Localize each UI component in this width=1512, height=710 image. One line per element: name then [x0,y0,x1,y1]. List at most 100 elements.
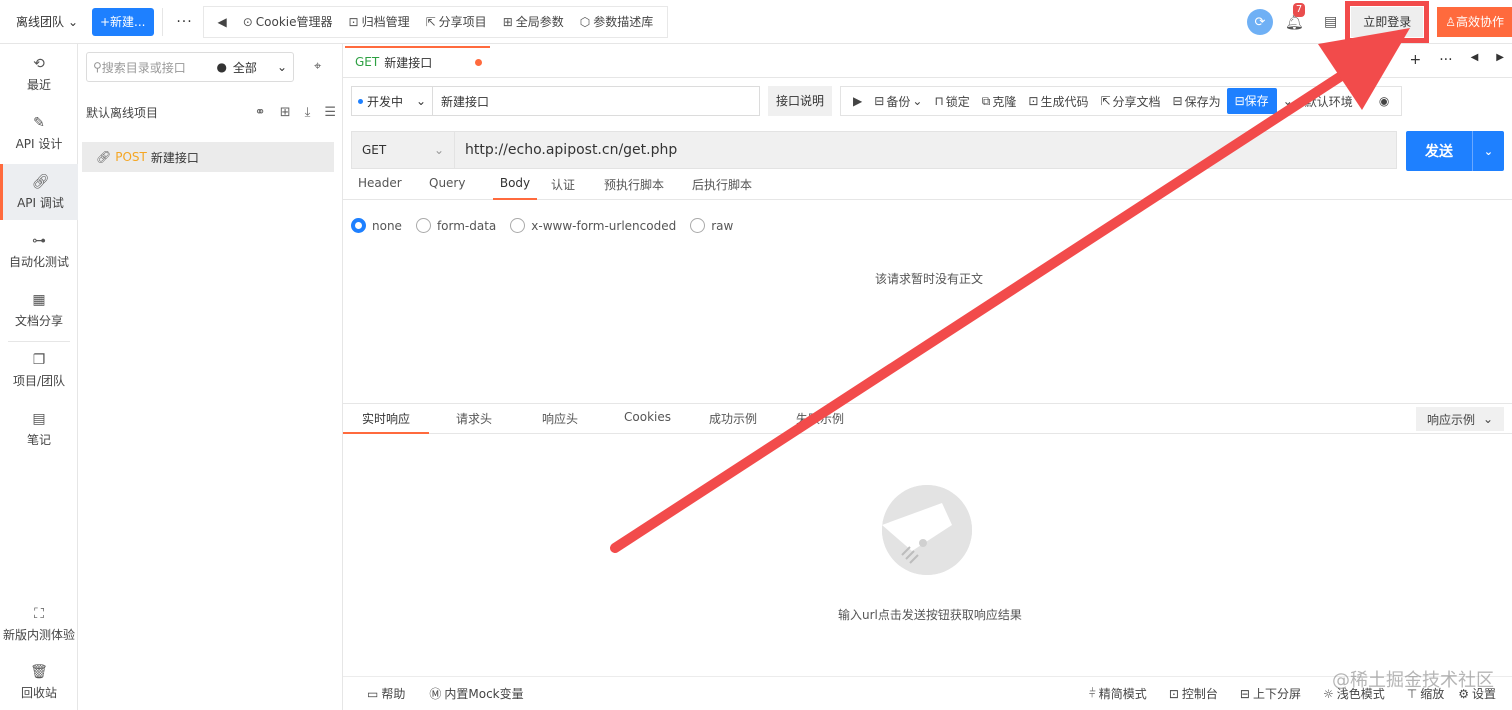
generate-code-button[interactable]: ⊡ 生成代码 [1022,93,1094,110]
save-button[interactable]: ⊟保存 [1226,88,1277,114]
cookie-manager-button[interactable]: ⊙ Cookie管理器 [235,13,341,30]
mock-vars-button[interactable]: Ⓜ 内置Mock变量 [429,685,523,702]
response-example-select[interactable]: 响应示例 ⌄ [1416,407,1504,431]
tab-pre-script[interactable]: 预执行脚本 [604,176,664,200]
help-button[interactable]: ▭ 帮助 [367,685,405,702]
share-doc-button[interactable]: ⇱ 分享文档 [1094,93,1166,110]
tab-cookies[interactable]: Cookies [624,410,671,434]
compact-icon: ⫩ [1088,686,1096,700]
eye-icon[interactable]: ◉ [1373,94,1395,108]
tab-body[interactable]: Body [493,176,537,200]
add-api-icon[interactable]: ⚭ [255,105,266,120]
radio-none[interactable]: none [351,218,402,233]
param-library-button[interactable]: ⬡ 参数描述库 [572,13,662,30]
environment-select[interactable]: 默认环境 ⌄ [1299,93,1373,110]
tool-label: Cookie管理器 [255,15,333,29]
user-icon: ♙ [1445,15,1456,29]
next-tab-icon[interactable]: ▶ [1496,52,1504,68]
main-panel: GET 新建接口 + ··· ◀ ▶ 开发中 ⌄ 接口说明 ▶ ⊟备份⌄ ⊓锁定… [343,44,1512,710]
collapse-button[interactable]: ◀ [210,15,235,29]
filter-select[interactable]: ● 全部 ⌄ [216,59,287,76]
save-dropdown[interactable]: ⌄ [1277,94,1299,108]
add-tab-icon[interactable]: + [1410,52,1422,68]
method-select[interactable]: GET ⌄ [351,131,455,169]
tab-request-headers[interactable]: 请求头 [456,410,492,434]
tab-name: 新建接口 [384,55,433,70]
tree-item[interactable]: 🔗︎ POST 新建接口 [82,142,334,172]
status-label: 控制台 [1181,687,1218,701]
tab-auth[interactable]: 认证 [551,176,575,200]
archive-button[interactable]: ⊡ 归档管理 [341,13,418,30]
save-as-button[interactable]: ⊟ 保存为 [1167,93,1227,110]
nav-item-trash[interactable]: 🗑︎ 回收站 [0,654,78,710]
console-button[interactable]: ⊡ 控制台 [1169,685,1218,702]
tab-header[interactable]: Header [358,176,402,200]
scan-icon: ⛶ [34,605,44,622]
api-tree-panel: ⚲ 搜索目录或接口 ● 全部 ⌄ ⌖ 默认离线项目 ⚭ ⊞ ⤓ ☰ 🔗︎ POS… [78,44,343,710]
tab-success-example[interactable]: 成功示例 [709,410,757,434]
new-folder-icon[interactable]: ⊞ [280,105,291,120]
status-label: 上下分屏 [1252,687,1301,701]
request-name-input[interactable] [433,86,760,116]
radio-raw[interactable]: raw [690,218,733,233]
more-icon[interactable]: ··· [1439,52,1452,68]
tab-fail-example[interactable]: 失败示例 [796,410,844,434]
lock-button[interactable]: ⊓ 锁定 [928,93,975,110]
split-button[interactable]: ⊟ 上下分屏 [1240,685,1301,702]
nav-item-doc-share[interactable]: ▦ 文档分享 [0,282,78,338]
run-icon[interactable]: ▶ [847,94,868,108]
nav-item-notes[interactable]: ▤ 笔记 [0,401,78,457]
nav-item-automation[interactable]: ⊶ 自动化测试 [0,223,78,279]
env-label: 默认环境 [1304,94,1353,109]
nav-item-api-design[interactable]: ✎ API 设计 [0,105,78,161]
collaborate-button[interactable]: ♙高效协作 [1437,7,1512,37]
tab-post-script[interactable]: 后执行脚本 [692,176,752,200]
url-input[interactable]: http://echo.apipost.cn/get.php [455,131,1397,169]
request-tab[interactable]: GET 新建接口 [345,46,490,76]
tab-response-headers[interactable]: 响应头 [542,410,578,434]
share-project-button[interactable]: ⇱ 分享项目 [418,13,495,30]
prev-tab-icon[interactable]: ◀ [1471,52,1479,68]
project-row[interactable]: 默认离线项目 ⚭ ⊞ ⤓ ☰ [86,104,336,121]
tab-realtime[interactable]: 实时响应 [343,410,429,434]
chevron-down-icon: ⌄ [433,143,444,157]
send-button[interactable]: 发送 ⌄ [1406,131,1504,171]
filter-dot-icon: ● [216,60,227,74]
api-doc-button[interactable]: 接口说明 [768,86,833,116]
sync-icon[interactable]: ⟳ [1246,9,1273,35]
import-icon[interactable]: ⤓ [305,105,311,120]
notification-button[interactable]: 🔔︎ 7 [1285,3,1306,31]
sort-icon[interactable]: ☰ [324,105,336,120]
nav-item-api-debug[interactable]: 🔗︎ API 调试 [0,164,78,220]
tab-query[interactable]: Query [429,176,465,200]
tool-label: 归档管理 [361,15,410,29]
search-input[interactable]: 搜索目录或接口 [102,59,186,76]
backup-button[interactable]: ⊟ 备份 ⌄ [868,93,928,110]
global-params-button[interactable]: ⊞ 全局参数 [495,13,572,30]
tree-search[interactable]: ⚲ 搜索目录或接口 ● 全部 ⌄ [86,52,294,82]
compact-mode-button[interactable]: ⫩ 精简模式 [1089,685,1147,702]
locate-icon[interactable]: ⌖ [314,59,321,74]
nav-item-project[interactable]: ❐ 项目/团队 [0,342,78,398]
nav-label: 自动化测试 [8,254,69,269]
new-button[interactable]: +新建... [92,7,154,36]
chevron-down-icon: ⌄ [912,94,923,108]
radio-form-data[interactable]: form-data [415,218,496,233]
share-doc-icon: ⇱ [1100,94,1111,108]
nav-item-recent[interactable]: ⟲ 最近 [0,46,78,102]
status-select[interactable]: 开发中 ⌄ [351,86,433,116]
radio-urlencoded[interactable]: x-www-form-urlencoded [510,218,676,233]
login-button[interactable]: 立即登录 [1345,1,1430,43]
chevron-down-icon[interactable]: ⌄ [1473,145,1504,158]
clone-button[interactable]: ⧉ 克隆 [976,93,1023,110]
action-label: 备份 [886,94,911,109]
status-label: 帮助 [381,687,406,701]
more-icon[interactable]: ··· [171,14,199,30]
radio-checked-icon [351,218,366,233]
note-icon[interactable]: ▤ [1324,14,1337,30]
nav-label: 新版内测体验 [2,627,75,642]
nav-item-beta[interactable]: ⛶ 新版内测体验 [0,596,78,652]
method-badge: POST [115,150,147,164]
team-switcher[interactable]: 离线团队 ⌄ [0,13,92,30]
status-label: 开发中 [367,94,404,109]
